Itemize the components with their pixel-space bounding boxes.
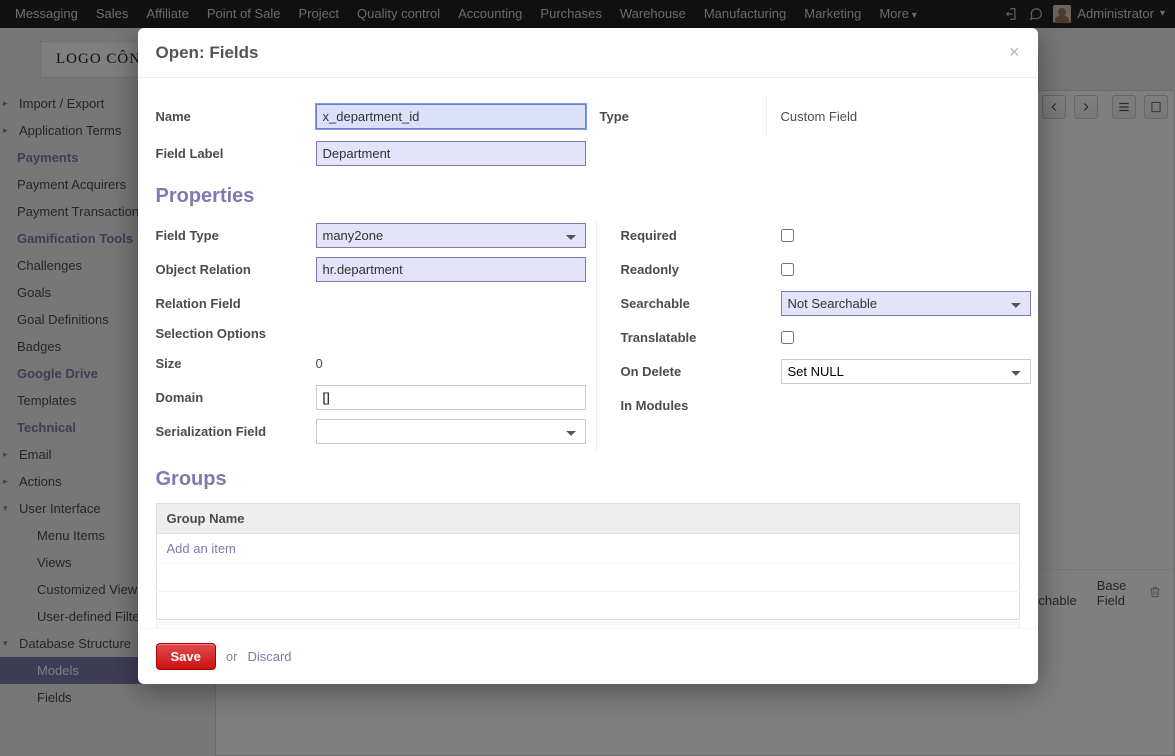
object-relation-input[interactable] (316, 257, 586, 282)
col-group-name: Group Name (156, 504, 999, 534)
translatable-checkbox[interactable] (781, 331, 794, 344)
groups-table: Group Name Add an item (156, 503, 1020, 620)
label-selection-options: Selection Options (156, 326, 316, 341)
section-groups: Groups (156, 468, 1020, 491)
type-value: Custom Field (767, 103, 858, 130)
discard-link[interactable]: Discard (247, 649, 291, 664)
name-input[interactable] (316, 104, 586, 129)
close-icon[interactable]: × (1009, 42, 1020, 63)
label-type: Type (600, 103, 750, 130)
required-checkbox[interactable] (781, 229, 794, 242)
label-field-type: Field Type (156, 228, 316, 243)
field-label-input[interactable] (316, 141, 586, 166)
label-translatable: Translatable (621, 330, 781, 345)
label-serialization: Serialization Field (156, 424, 316, 439)
dialog-title: Open: Fields (156, 43, 259, 63)
readonly-checkbox[interactable] (781, 263, 794, 276)
label-object-relation: Object Relation (156, 262, 316, 277)
field-dialog: Open: Fields × Name Type Custom Field Fi… (138, 28, 1038, 684)
modal-overlay: Open: Fields × Name Type Custom Field Fi… (0, 0, 1175, 756)
label-readonly: Readonly (621, 262, 781, 277)
section-properties: Properties (156, 185, 1020, 208)
size-value: 0 (316, 350, 323, 377)
serialization-select[interactable] (316, 419, 586, 444)
or-text: or (226, 649, 238, 664)
label-relation-field: Relation Field (156, 296, 316, 311)
domain-input[interactable] (316, 385, 586, 410)
label-field-label: Field Label (156, 140, 316, 167)
ondelete-select[interactable]: Set NULL (781, 359, 1031, 384)
label-domain: Domain (156, 390, 316, 405)
label-inmodules: In Modules (621, 398, 781, 413)
save-button[interactable]: Save (156, 643, 216, 670)
label-size: Size (156, 356, 316, 371)
label-searchable: Searchable (621, 296, 781, 311)
searchable-select[interactable]: Not Searchable (781, 291, 1031, 316)
add-item-link[interactable]: Add an item (167, 541, 236, 556)
label-ondelete: On Delete (621, 364, 781, 379)
field-type-select[interactable]: many2one (316, 223, 586, 248)
label-name: Name (156, 103, 316, 130)
label-required: Required (621, 228, 781, 243)
